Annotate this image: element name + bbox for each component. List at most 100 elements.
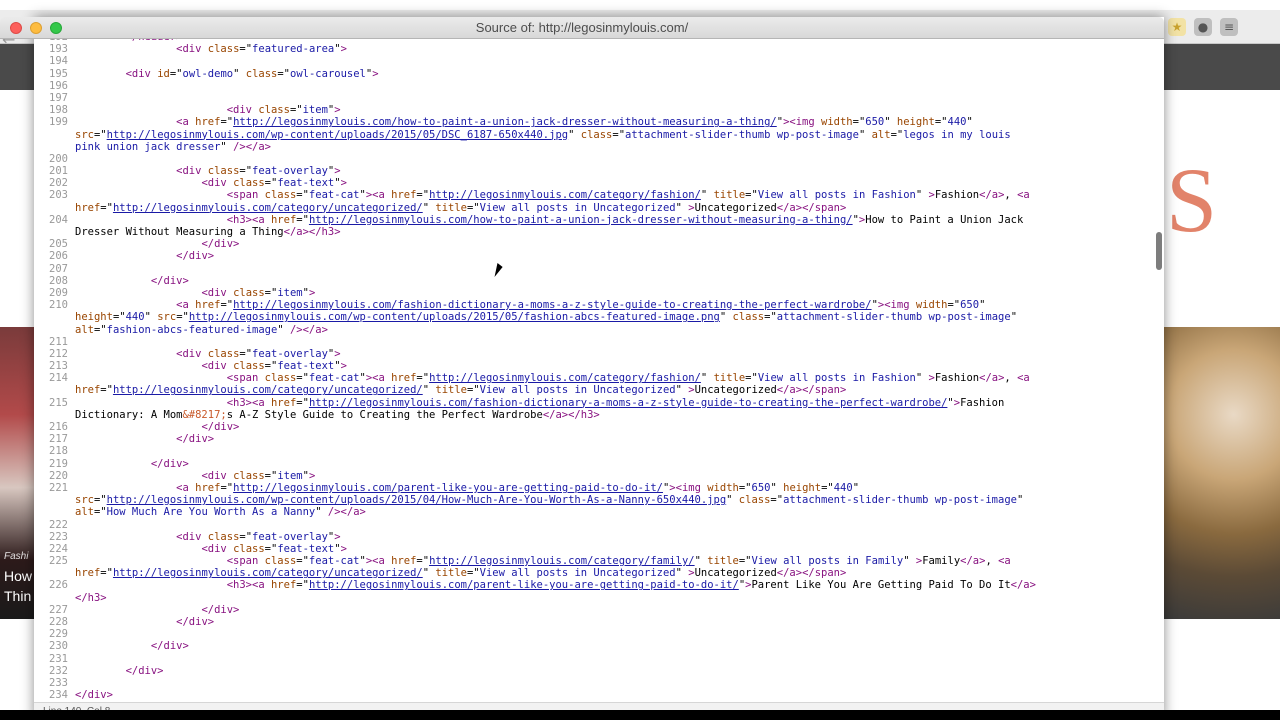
source-line: 233 [34, 677, 1036, 689]
source-line: 232 </div> [34, 665, 1036, 677]
line-number: 197 [49, 91, 68, 104]
line-number: 210 [49, 299, 68, 312]
source-line: alt="fashion-abcs-featured-image" /></a> [34, 324, 1036, 336]
line-code: <span class="feat-cat"><a href="http://l… [226, 555, 1011, 568]
line-number: 226 [49, 579, 68, 592]
source-line: height="440" src="http://legosinmylouis.… [34, 311, 1036, 323]
line-code: </div> [176, 616, 215, 628]
source-line: 221 <a href="http://legosinmylouis.com/p… [34, 482, 1036, 494]
line-number [34, 409, 68, 421]
line-code: </div> [150, 274, 189, 287]
line-number [34, 311, 68, 323]
extension-icon[interactable]: ★ [1168, 18, 1186, 36]
vertical-scrollbar[interactable] [1154, 39, 1164, 702]
line-code: <a href="http://legosinmylouis.com/how-t… [176, 116, 973, 129]
line-number [34, 506, 68, 518]
chat-extension-icon[interactable]: ● [1194, 18, 1212, 36]
line-number: 234 [49, 689, 68, 702]
source-line: pink union jack dresser" /></a> [34, 141, 1036, 153]
menu-icon[interactable]: ≡ [1220, 18, 1238, 36]
line-code: src="http://legosinmylouis.com/wp-conten… [75, 494, 1024, 507]
source-line: 208 </div> [34, 275, 1036, 287]
line-number: 207 [49, 262, 68, 275]
line-number: 215 [49, 396, 68, 409]
line-code: <h3><a href="http://legosinmylouis.com/f… [226, 396, 1005, 409]
source-line: 193 <div class="featured-area"> [34, 43, 1036, 55]
source-line: 210 <a href="http://legosinmylouis.com/f… [34, 299, 1036, 311]
source-line: Dictionary: A Mom&#8217;s A-Z Style Guid… [34, 409, 1036, 421]
line-number: 229 [49, 628, 68, 641]
line-number: 225 [49, 555, 68, 568]
source-line: 234 </div> [34, 689, 1036, 701]
background-slider-category: Fashi [4, 551, 29, 562]
source-code-lines: 192 </header>193 <div class="featured-ar… [34, 39, 1036, 701]
line-code: <h3><a href="http://legosinmylouis.com/p… [226, 579, 1036, 592]
source-line: 206 </div> [34, 250, 1036, 262]
line-number: 224 [49, 542, 68, 555]
line-number: 206 [49, 250, 68, 263]
line-number: 233 [49, 676, 68, 689]
line-number: 232 [49, 664, 68, 677]
source-line: 211 [34, 336, 1036, 348]
line-code: <a href="http://legosinmylouis.com/paren… [176, 481, 860, 494]
source-line: 194 [34, 55, 1036, 67]
line-number: 212 [49, 347, 68, 360]
line-code: </div> [176, 433, 215, 446]
line-code: alt="How Much Are You Worth As a Nanny" … [75, 506, 366, 519]
background-toolbar-icons: ★ ● ≡ [1168, 18, 1238, 36]
line-code: </h3> [75, 591, 107, 604]
line-number: 211 [49, 335, 68, 348]
background-slider-image-right [1164, 327, 1280, 619]
source-line: 213 <div class="feat-text"> [34, 360, 1036, 372]
source-line: 214 <span class="feat-cat"><a href="http… [34, 372, 1036, 384]
background-logo-fragment: S [1166, 149, 1218, 251]
line-number: 223 [49, 530, 68, 543]
background-slider-title-line-2: Thin [4, 588, 32, 604]
source-line: 198 <div class="item"> [34, 104, 1036, 116]
line-number: 195 [49, 67, 68, 80]
source-line: 224 <div class="feat-text"> [34, 543, 1036, 555]
line-number: 216 [49, 421, 68, 433]
line-code: <div class="item"> [201, 286, 316, 299]
line-number [34, 592, 68, 604]
source-code-view[interactable]: 192 </header>193 <div class="featured-ar… [34, 39, 1164, 702]
line-number: 231 [49, 652, 68, 665]
line-number [34, 202, 68, 214]
line-code: </div> [75, 689, 113, 702]
line-number: 198 [49, 104, 68, 117]
source-line: src="http://legosinmylouis.com/wp-conten… [34, 494, 1036, 506]
source-line: </h3> [34, 592, 1036, 604]
window-title: Source of: http://legosinmylouis.com/ [475, 20, 689, 35]
line-number [34, 226, 68, 238]
source-line: 218 [34, 445, 1036, 457]
source-line: 196 [34, 80, 1036, 92]
line-number: 219 [49, 457, 68, 470]
line-number [34, 129, 68, 141]
source-line: 197 [34, 92, 1036, 104]
source-line: 229 [34, 628, 1036, 640]
source-line: href="http://legosinmylouis.com/category… [34, 202, 1036, 214]
source-line: 222 [34, 519, 1036, 531]
background-slider-title-line-1: How [4, 568, 33, 584]
scrollbar-thumb[interactable] [1156, 232, 1162, 270]
source-line: 228 </div> [34, 616, 1036, 628]
line-number: 209 [49, 286, 68, 299]
window-title-bar[interactable]: Source of: http://legosinmylouis.com/ [0, 17, 1164, 39]
line-number: 218 [49, 445, 68, 458]
line-code: <span class="feat-cat"><a href="http://l… [226, 372, 1030, 385]
line-number: 194 [49, 55, 68, 68]
line-number [34, 384, 68, 396]
source-line: alt="How Much Are You Worth As a Nanny" … [34, 506, 1036, 518]
source-line: 212 <div class="feat-overlay"> [34, 348, 1036, 360]
line-number: 202 [49, 177, 68, 190]
line-number: 208 [49, 274, 68, 287]
source-line: 207 [34, 263, 1036, 275]
